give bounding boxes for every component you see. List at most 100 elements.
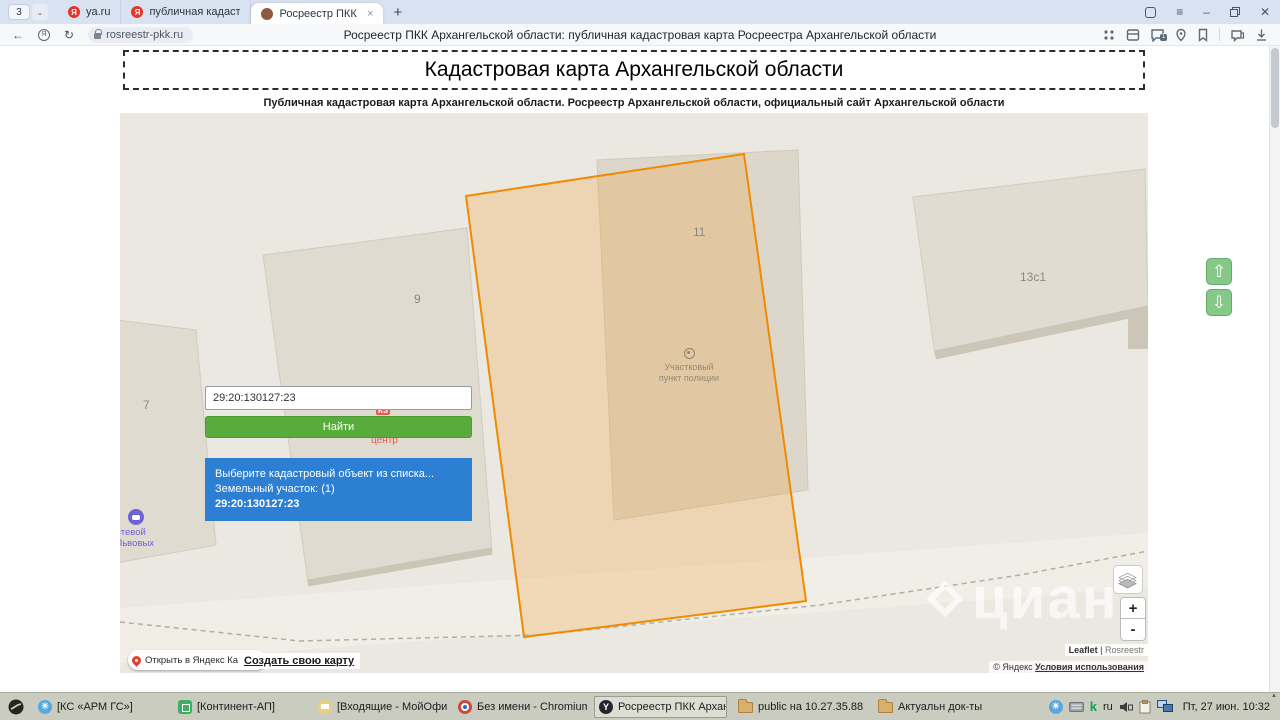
parcel-label-7: 7 [143, 398, 150, 412]
taskbar-item-ks-arm-gs[interactable]: ✳ [КС «АРМ ГС»] [34, 697, 167, 717]
refresh-button[interactable]: ↻ [64, 28, 74, 42]
keyboard-tray-icon[interactable] [1069, 702, 1084, 712]
address-url: rosreestr-pkk.ru [106, 29, 183, 41]
folder-icon [738, 702, 753, 713]
start-menu-button[interactable] [4, 695, 28, 719]
yandex-favicon-icon: Я [131, 6, 143, 18]
taskbar-item-myoffice-inbox[interactable]: [Входящие - МойОфис П... [314, 697, 447, 717]
location-pin-icon[interactable] [1175, 28, 1187, 42]
browser-toolbar: ← Я ↻ rosreestr-pkk.ru Росреестр ПКК Арх… [0, 24, 1280, 46]
yandex-attribution: © Яндекс Условия использования [989, 661, 1148, 673]
yandex-favicon-icon: Я [68, 6, 80, 18]
rosreestr-link[interactable]: Rosreestr [1105, 645, 1144, 655]
purple-poi-label-1: стевой [120, 527, 168, 538]
parcel-label-13s1: 13с1 [1020, 270, 1046, 284]
kaspersky-tray-icon[interactable]: k [1090, 699, 1097, 714]
back-button[interactable]: ← [12, 28, 24, 42]
parcel-label-9: 9 [414, 292, 421, 306]
tab-counter[interactable]: 3 [8, 4, 30, 20]
browser-profile-icon[interactable] [1145, 7, 1156, 18]
tab-list-chevron-icon[interactable]: ⌄ [32, 4, 48, 20]
browser-home-icon[interactable]: Я [38, 29, 50, 41]
purple-poi[interactable]: стевой Львовых [120, 509, 168, 549]
page-subtitle: Публичная кадастровая карта Архангельско… [123, 97, 1145, 109]
scroll-to-bottom-button[interactable]: ⇩ [1206, 289, 1232, 316]
cadastral-map[interactable]: 7 9 11 13с1 Участковый пункт полиции сте… [120, 113, 1148, 673]
create-your-map-link[interactable]: Создать свою карту [238, 653, 360, 669]
page-scrollbar[interactable] [1269, 46, 1280, 692]
taskbar-item-actual-docs[interactable]: Актуальн док-ты [874, 697, 1007, 716]
page-title: Кадастровая карта Архангельской области [425, 58, 844, 82]
network-monitors-tray-icon[interactable] [1157, 700, 1173, 713]
astra-start-icon [7, 698, 25, 716]
window-close-button[interactable]: ✕ [1260, 5, 1270, 19]
taskbar: ✳ [КС «АРМ ГС»] [Континент-АП] [Входящие… [0, 692, 1280, 720]
downloads-icon[interactable] [1255, 28, 1268, 42]
results-prompt: Выберите кадастровый объект из списка... [215, 467, 462, 482]
yandex-browser-icon: Y [599, 700, 613, 714]
pager-up-icon: ▲ [1271, 693, 1277, 699]
window-restore-button[interactable] [1230, 7, 1240, 17]
police-poi-icon [684, 348, 695, 359]
taskbar-clock[interactable]: Пт, 27 июн. 10:32 [1183, 701, 1270, 713]
search-panel: Найти Выберите кадастровый объект из спи… [205, 386, 472, 521]
zoom-out-button[interactable]: - [1120, 619, 1146, 641]
find-button[interactable]: Найти [205, 416, 472, 438]
leaflet-attribution: Leaflet | Rosreestr [1065, 644, 1148, 656]
parcel-label-11: 11 [693, 225, 705, 239]
selected-parcel-29-20-130127-23[interactable] [466, 154, 806, 637]
ks-arm-gs-icon: ✳ [38, 700, 52, 714]
window-minimize-button[interactable]: – [1203, 5, 1210, 19]
scroll-to-top-button[interactable]: ⇧ [1206, 258, 1232, 285]
building-13s1[interactable] [913, 169, 1148, 355]
lock-icon [94, 33, 101, 39]
tab-public-cadastral[interactable]: Я публичная кадастров [121, 0, 251, 24]
scrollbar-thumb[interactable] [1271, 48, 1279, 128]
chat-icon[interactable]: 1 [1150, 28, 1165, 42]
terms-of-use-link[interactable]: Условия использования [1035, 662, 1144, 672]
address-bar[interactable]: rosreestr-pkk.ru [88, 27, 193, 43]
folder-icon [878, 702, 893, 713]
results-count: Земельный участок: (1) [215, 482, 462, 497]
tab-label: ya.ru [86, 6, 110, 18]
results-box: Выберите кадастровый объект из списка...… [205, 458, 472, 521]
toolbar-divider [1219, 28, 1220, 41]
zoom-in-button[interactable]: + [1120, 597, 1146, 619]
map-zoom-control: + - [1120, 597, 1146, 641]
bookmark-flag-icon[interactable] [1197, 28, 1209, 42]
police-poi-label-2: пункт полиции [651, 373, 727, 384]
clipboard-tray-icon[interactable] [1139, 700, 1151, 714]
tab-label: Росреестр ПКК Арха [279, 8, 359, 20]
chromium-gost-icon [458, 700, 472, 714]
tab-ya-ru[interactable]: Я ya.ru [58, 0, 121, 24]
tab-rosreestr-pkk-active[interactable]: Росреестр ПКК Арха × [251, 3, 383, 24]
browser-menu-icon[interactable]: ≡ [1176, 5, 1183, 19]
taskbar-item-public-share[interactable]: public на 10.27.35.88 [734, 697, 867, 716]
police-poi-label-1: Участковый [651, 362, 727, 373]
results-selected-code[interactable]: 29:20:130127:23 [215, 497, 462, 512]
layers-button[interactable] [1113, 565, 1143, 594]
tab-close-icon[interactable]: × [367, 8, 373, 20]
cadastral-number-input[interactable] [205, 386, 472, 410]
taskbar-item-chromium-gost[interactable]: Без имени - Chromium-Gost [454, 697, 587, 717]
tab-label: публичная кадастров [149, 6, 240, 18]
page-content: Кадастровая карта Архангельской области … [0, 46, 1280, 692]
leaflet-link[interactable]: Leaflet [1069, 645, 1098, 655]
yandex-dialogs-icon[interactable] [1230, 28, 1245, 42]
language-indicator[interactable]: ru [1103, 701, 1113, 713]
tray-ks-icon[interactable]: ✳ [1049, 700, 1063, 714]
new-tab-button[interactable]: + [393, 4, 402, 21]
collections-icon[interactable] [1126, 28, 1140, 42]
taskbar-item-rosreestr-pkk-active[interactable]: Y Росреестр ПКК Архангел... [594, 696, 727, 718]
layers-icon [1120, 574, 1136, 586]
volume-tray-icon[interactable] [1119, 701, 1133, 713]
police-station-poi[interactable]: Участковый пункт полиции [651, 348, 727, 384]
building-13s1-annex [1128, 313, 1148, 349]
myoffice-mail-icon [318, 700, 332, 714]
cian-watermark: циан [932, 565, 1119, 632]
system-tray: ✳ k ru Пт, 27 июн. 10:32 [1049, 699, 1276, 714]
cian-watermark-text: циан [972, 565, 1119, 632]
taskbar-item-kontinent-ap[interactable]: [Континент-АП] [174, 697, 307, 717]
kontinent-ap-icon [178, 700, 192, 714]
extensions-dots-icon[interactable] [1102, 28, 1116, 42]
